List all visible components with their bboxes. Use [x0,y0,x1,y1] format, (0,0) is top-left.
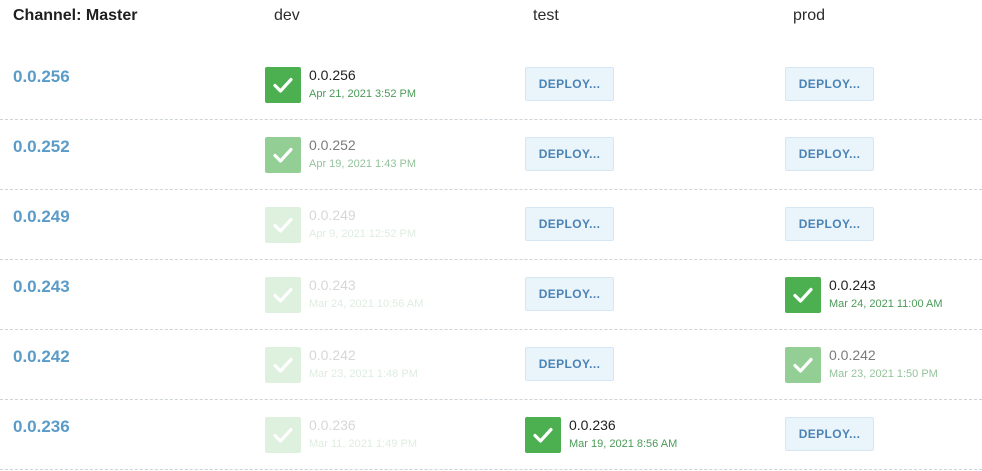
env-cell-dev: 0.0.242 Mar 23, 2021 1:48 PM [265,330,520,399]
deploy-button-test[interactable]: DEPLOY... [525,347,614,381]
release-row: 0.0.236 0.0.236 Mar 11, 2021 1:49 PM 0.0.23… [0,400,982,470]
release-row: 0.0.252 0.0.252 Apr 19, 2021 1:43 PM DEPLOY… [0,120,982,190]
checkmark-icon [785,347,821,383]
checkmark-icon [525,417,561,453]
env-cell-prod: 0.0.243 Mar 24, 2021 11:00 AM [785,260,980,329]
checkmark-icon [265,417,301,453]
env-header-prod: prod [793,7,826,24]
env-cell-test: 0.0.236 Mar 19, 2021 8:56 AM [525,400,780,469]
env-cell-prod: DEPLOY... [785,120,980,189]
env-cell-dev: 0.0.249 Apr 9, 2021 12:52 PM [265,190,520,259]
deployed-version: 0.0.249 [309,207,356,223]
release-version-link[interactable]: 0.0.242 [13,347,70,367]
deployed-timestamp: Apr 21, 2021 3:52 PM [309,88,417,100]
checkmark-icon [265,347,301,383]
deployed-version: 0.0.236 [569,417,616,433]
env-cell-prod: DEPLOY... [785,50,980,119]
board-header: Channel: Master dev test prod [0,0,982,32]
release-row: 0.0.242 0.0.242 Mar 23, 2021 1:48 PM DEPLOY… [0,330,982,400]
env-cell-prod: 0.0.242 Mar 23, 2021 1:50 PM [785,330,980,399]
deployed-timestamp: Mar 11, 2021 1:49 PM [309,438,418,450]
deployed-timestamp: Mar 23, 2021 1:50 PM [829,368,938,380]
env-cell-prod: DEPLOY... [785,400,980,469]
checkmark-icon [265,137,301,173]
env-cell-dev: 0.0.252 Apr 19, 2021 1:43 PM [265,120,520,189]
deploy-button-test[interactable]: DEPLOY... [525,67,614,101]
deployed-version: 0.0.256 [309,67,356,83]
deployed-version: 0.0.242 [309,347,356,363]
env-cell-dev: 0.0.256 Apr 21, 2021 3:52 PM [265,50,520,119]
deployed-version: 0.0.252 [309,137,356,153]
deployed-timestamp: Mar 19, 2021 8:56 AM [569,438,678,450]
checkmark-icon [265,207,301,243]
deployed-version: 0.0.236 [309,417,356,433]
deploy-button-test[interactable]: DEPLOY... [525,137,614,171]
channel-title: Channel: Master [13,7,138,24]
release-version-link[interactable]: 0.0.243 [13,277,70,297]
checkmark-icon [265,67,301,103]
release-rows: 0.0.256 0.0.256 Apr 21, 2021 3:52 PM DEPLOY… [0,50,982,470]
env-header-dev: dev [274,7,300,24]
deployed-timestamp: Mar 24, 2021 11:00 AM [829,298,943,310]
deployed-timestamp: Mar 23, 2021 1:48 PM [309,368,418,380]
env-cell-test: DEPLOY... [525,260,780,329]
deploy-button-prod[interactable]: DEPLOY... [785,67,874,101]
deploy-button-test[interactable]: DEPLOY... [525,277,614,311]
deploy-button-prod[interactable]: DEPLOY... [785,207,874,241]
env-cell-test: DEPLOY... [525,120,780,189]
env-cell-prod: DEPLOY... [785,190,980,259]
release-version-link[interactable]: 0.0.249 [13,207,70,227]
release-version-link[interactable]: 0.0.252 [13,137,70,157]
deployed-version: 0.0.243 [829,277,876,293]
deployed-timestamp: Apr 9, 2021 12:52 PM [309,228,417,240]
checkmark-icon [265,277,301,313]
deployment-board: Channel: Master dev test prod 0.0.256 0.0… [0,0,982,471]
deploy-button-prod[interactable]: DEPLOY... [785,137,874,171]
deploy-button-test[interactable]: DEPLOY... [525,207,614,241]
release-version-link[interactable]: 0.0.236 [13,417,70,437]
release-version-link[interactable]: 0.0.256 [13,67,70,87]
release-row: 0.0.243 0.0.243 Mar 24, 2021 10:56 AM DEPLO… [0,260,982,330]
deploy-button-prod[interactable]: DEPLOY... [785,417,874,451]
env-cell-test: DEPLOY... [525,190,780,259]
release-row: 0.0.256 0.0.256 Apr 21, 2021 3:52 PM DEPLOY… [0,50,982,120]
checkmark-icon [785,277,821,313]
env-cell-test: DEPLOY... [525,330,780,399]
release-row: 0.0.249 0.0.249 Apr 9, 2021 12:52 PM DEPLOY… [0,190,982,260]
env-cell-test: DEPLOY... [525,50,780,119]
deployed-timestamp: Apr 19, 2021 1:43 PM [309,158,417,170]
deployed-timestamp: Mar 24, 2021 10:56 AM [309,298,424,310]
env-cell-dev: 0.0.243 Mar 24, 2021 10:56 AM [265,260,520,329]
env-cell-dev: 0.0.236 Mar 11, 2021 1:49 PM [265,400,520,469]
env-header-test: test [533,7,559,24]
deployed-version: 0.0.243 [309,277,356,293]
deployed-version: 0.0.242 [829,347,876,363]
